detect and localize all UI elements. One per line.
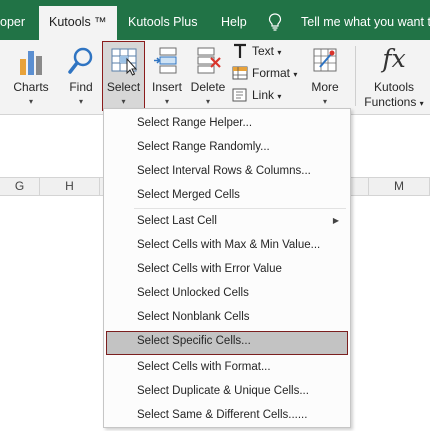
select-button[interactable]: Select ▾ (102, 41, 145, 111)
select-dropdown-arrow: ▾ (121, 97, 126, 106)
format-icon (232, 66, 248, 80)
tab-developer[interactable]: oper (0, 10, 25, 34)
menu-item-select-cells-error-value[interactable]: Select Cells with Error Value (106, 258, 348, 280)
kutools-functions-label-line1: Kutools (373, 80, 415, 94)
ribbon-tab-bar: oper Kutools ™ Kutools Plus Help Tell me… (0, 0, 430, 40)
menu-item-select-last-cell[interactable]: Select Last Cell ▶ (106, 210, 348, 232)
kutools-functions-label-text: Functions (364, 95, 417, 109)
lightbulb-icon (268, 13, 282, 31)
menu-item-select-merged-cells[interactable]: Select Merged Cells (106, 184, 348, 206)
menu-item-select-nonblank-cells[interactable]: Select Nonblank Cells (106, 306, 348, 328)
link-label: Link (252, 88, 275, 102)
tab-kutools[interactable]: Kutools ™ (39, 6, 117, 40)
more-label: More (311, 80, 339, 94)
insert-button[interactable]: Insert ▾ (147, 42, 187, 110)
link-button[interactable]: Link ▾ (232, 86, 292, 106)
select-dropdown-menu: Select Range Helper... Select Range Rand… (103, 108, 351, 428)
column-header-h[interactable]: H (40, 178, 100, 195)
insert-dropdown-arrow: ▾ (164, 97, 169, 106)
menu-item-select-interval-rows-columns[interactable]: Select Interval Rows & Columns... (106, 160, 348, 182)
text-button[interactable]: Text ▾ (232, 42, 292, 62)
magnifier-icon (68, 47, 93, 74)
text-dropdown-arrow: ▾ (277, 48, 282, 57)
excel-window: oper Kutools ™ Kutools Plus Help Tell me… (0, 0, 430, 431)
submenu-arrow-icon: ▶ (332, 216, 339, 225)
menu-item-select-duplicate-unique[interactable]: Select Duplicate & Unique Cells... (106, 380, 348, 402)
select-cells-icon (111, 48, 137, 76)
charts-label: Charts (13, 80, 49, 94)
format-button[interactable]: Format ▾ (232, 64, 302, 84)
menu-item-select-cells-max-min[interactable]: Select Cells with Max & Min Value... (106, 234, 348, 256)
column-header-g[interactable]: G (0, 178, 40, 195)
kutools-functions-button[interactable]: fx Kutools Functions ▾ (361, 42, 427, 110)
tell-me-search[interactable]: Tell me what you want to (301, 10, 430, 34)
more-icon (313, 48, 337, 72)
tab-help[interactable]: Help (221, 10, 247, 34)
kutools-functions-dropdown-arrow: ▾ (419, 99, 424, 108)
delete-button[interactable]: Delete ▾ (188, 42, 228, 110)
charts-dropdown-arrow: ▾ (28, 97, 33, 106)
menu-item-select-last-cell-label: Select Last Cell (137, 215, 217, 227)
tab-kutools-plus[interactable]: Kutools Plus (128, 10, 197, 34)
delete-icon (197, 47, 221, 74)
delete-label: Delete (190, 80, 226, 94)
find-button[interactable]: Find ▾ (59, 42, 103, 110)
ribbon-separator (355, 46, 356, 106)
fx-icon: fx (382, 44, 406, 73)
find-label: Find (69, 80, 93, 94)
link-icon (232, 88, 247, 102)
select-label: Select (106, 80, 141, 94)
insert-icon (154, 47, 177, 74)
link-dropdown-arrow: ▾ (277, 92, 282, 101)
charts-icon (20, 51, 42, 75)
menu-item-select-same-different[interactable]: Select Same & Different Cells...... (106, 404, 348, 426)
more-dropdown-arrow: ▾ (322, 97, 327, 106)
text-icon (234, 43, 246, 58)
menu-separator (134, 208, 346, 209)
charts-button[interactable]: Charts ▾ (8, 42, 54, 110)
kutools-functions-label-line2: Functions ▾ (361, 95, 427, 109)
format-dropdown-arrow: ▾ (293, 70, 298, 79)
insert-label: Insert (151, 80, 182, 94)
menu-item-select-range-randomly[interactable]: Select Range Randomly... (106, 136, 348, 158)
menu-item-select-specific-cells[interactable]: Select Specific Cells... (106, 331, 348, 355)
text-label: Text (252, 44, 275, 58)
menu-item-select-unlocked-cells[interactable]: Select Unlocked Cells (106, 282, 348, 304)
menu-item-select-range-helper[interactable]: Select Range Helper... (106, 112, 348, 134)
ribbon: Charts ▾ Find ▾ Select ▾ Insert ▾ Delete… (0, 40, 430, 115)
more-button[interactable]: More ▾ (304, 42, 346, 110)
column-header-m[interactable]: M (368, 178, 430, 195)
find-dropdown-arrow: ▾ (78, 97, 83, 106)
delete-dropdown-arrow: ▾ (205, 97, 210, 106)
menu-item-select-cells-with-format[interactable]: Select Cells with Format... (106, 356, 348, 378)
format-label: Format (252, 66, 291, 80)
